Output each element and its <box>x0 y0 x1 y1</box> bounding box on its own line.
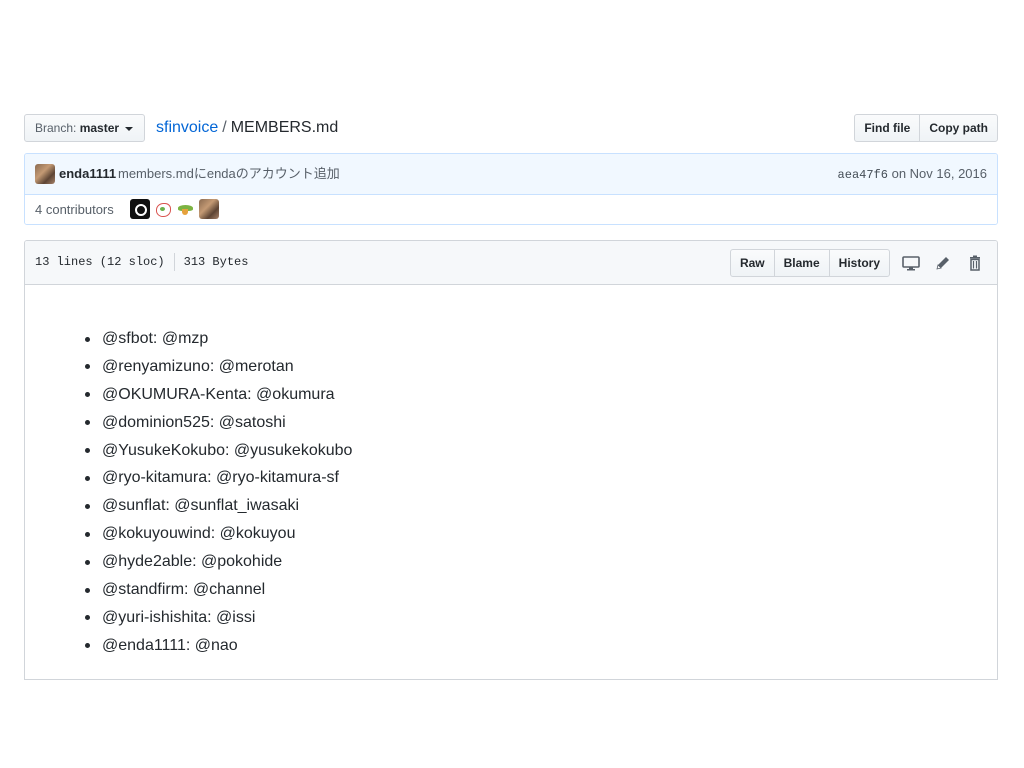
raw-button[interactable]: Raw <box>729 249 775 277</box>
file-content-box: 13 lines (12 sloc) 313 Bytes Raw Blame Hi… <box>24 240 998 680</box>
file-navigation: Branch: master sfinvoice / MEMBERS.md Find… <box>24 114 998 142</box>
branch-label: Branch: <box>35 121 77 135</box>
commit-date: on Nov 16, 2016 <box>891 166 987 181</box>
history-button[interactable]: History <box>828 249 890 277</box>
contributor-avatar-camera[interactable] <box>130 199 150 219</box>
contributor-avatars <box>130 199 219 219</box>
commit-info-box: enda1111 members.mdにendaのアカウント追加 aea47f6… <box>24 153 998 225</box>
list-item: @kokuyouwind: @kokuyou <box>85 520 997 548</box>
list-item: @OKUMURA-Kenta: @okumura <box>85 381 997 409</box>
list-item: @dominion525: @satoshi <box>85 409 997 437</box>
commit-meta: aea47f6 on Nov 16, 2016 <box>838 154 987 195</box>
breadcrumb-separator: / <box>222 119 227 136</box>
copy-path-button[interactable]: Copy path <box>919 114 998 142</box>
list-item: @hyde2able: @pokohide <box>85 548 997 576</box>
file-header: 13 lines (12 sloc) 313 Bytes Raw Blame Hi… <box>25 241 997 285</box>
desktop-icon[interactable] <box>901 253 921 273</box>
find-file-button[interactable]: Find file <box>854 114 921 142</box>
commit-message-link[interactable]: members.mdにendaのアカウント追加 <box>118 154 340 194</box>
contributor-avatar-sketch[interactable] <box>153 199 173 219</box>
contributors-count-link[interactable]: 4 contributors <box>35 195 114 224</box>
caret-down-icon <box>125 126 134 131</box>
contributor-avatar-enda[interactable] <box>199 199 219 219</box>
pencil-icon[interactable] <box>933 253 953 273</box>
file-line-count: 13 lines (12 sloc) <box>35 255 165 269</box>
latest-commit-row: enda1111 members.mdにendaのアカウント追加 aea47f6… <box>25 154 997 195</box>
branch-select-button[interactable]: Branch: master <box>24 114 145 142</box>
breadcrumb-file-name: MEMBERS.md <box>230 119 339 136</box>
file-nav-button-group: Find file Copy path <box>854 114 998 142</box>
contributors-row: 4 contributors <box>25 195 997 224</box>
commit-author-link[interactable]: enda1111 <box>59 154 116 194</box>
members-list: @sfbot: @mzp @renyamizuno: @merotan @OKU… <box>85 325 997 660</box>
list-item: @YusukeKokubo: @yusukekokubo <box>85 437 997 465</box>
file-size: 313 Bytes <box>183 255 249 269</box>
breadcrumb: sfinvoice / MEMBERS.md <box>156 114 338 142</box>
author-avatar[interactable] <box>35 164 55 184</box>
file-actions-button-group: Raw Blame History <box>729 249 890 277</box>
list-item: @sfbot: @mzp <box>85 325 997 353</box>
markdown-body: @sfbot: @mzp @renyamizuno: @merotan @OKU… <box>25 285 997 660</box>
file-info: 13 lines (12 sloc) 313 Bytes <box>35 241 248 284</box>
trash-icon[interactable] <box>965 253 985 273</box>
list-item: @sunflat: @sunflat_iwasaki <box>85 492 997 520</box>
commit-sha-link[interactable]: aea47f6 <box>838 168 888 182</box>
list-item: @renyamizuno: @merotan <box>85 353 997 381</box>
blame-button[interactable]: Blame <box>773 249 830 277</box>
list-item: @standfirm: @channel <box>85 576 997 604</box>
branch-value: master <box>79 121 120 135</box>
list-item: @enda1111: @nao <box>85 632 997 660</box>
contributor-avatar-bird[interactable] <box>176 199 196 219</box>
list-item: @yuri-ishishita: @issi <box>85 604 997 632</box>
list-item: @ryo-kitamura: @ryo-kitamura-sf <box>85 464 997 492</box>
file-info-divider <box>173 252 175 271</box>
breadcrumb-repo-link[interactable]: sfinvoice <box>156 119 218 136</box>
